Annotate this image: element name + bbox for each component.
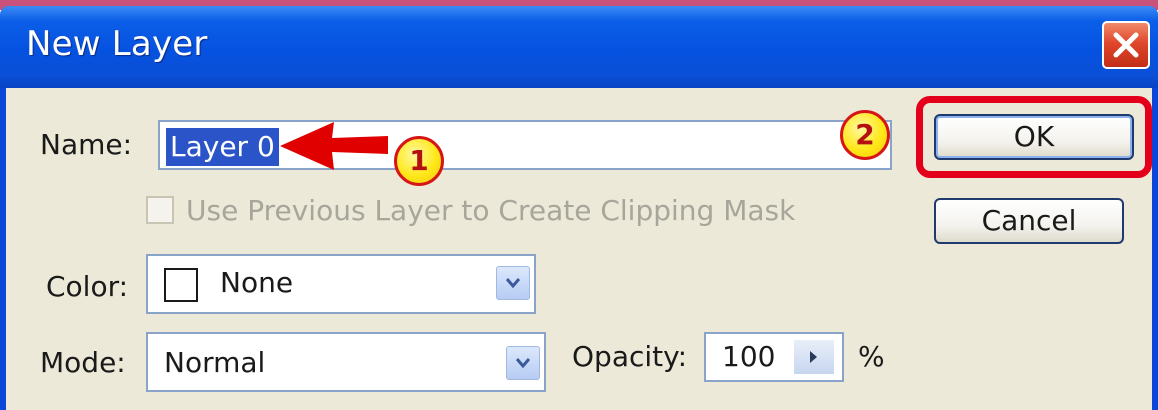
close-button[interactable] (1102, 21, 1150, 69)
mode-label: Mode: (40, 346, 126, 379)
opacity-input[interactable]: 100 (704, 332, 844, 382)
close-x-icon (1113, 32, 1139, 58)
name-input[interactable]: Layer 0 (158, 120, 892, 170)
opacity-slider-button[interactable] (794, 340, 834, 374)
color-select-value: None (220, 266, 294, 299)
mode-select-value: Normal (164, 346, 266, 379)
color-select[interactable]: None (146, 254, 536, 314)
opacity-label: Opacity: (572, 340, 688, 373)
dialog-title: New Layer (26, 24, 208, 64)
step-2-marker: 2 (840, 110, 890, 160)
red-arrow-left-icon (280, 122, 388, 170)
chevron-down-icon (505, 278, 521, 289)
color-dropdown-button[interactable] (496, 266, 530, 300)
color-swatch (164, 268, 198, 302)
clipping-mask-checkbox[interactable] (146, 196, 174, 224)
ok-button[interactable]: OK (934, 114, 1134, 160)
chevron-right-icon (810, 351, 817, 363)
opacity-unit: % (858, 340, 885, 373)
name-input-value: Layer 0 (166, 128, 279, 166)
title-bar[interactable]: New Layer (0, 6, 1158, 88)
clipping-mask-label: Use Previous Layer to Create Clipping Ma… (186, 194, 796, 227)
name-label: Name: (40, 128, 133, 161)
color-label: Color: (46, 270, 129, 303)
mode-dropdown-button[interactable] (506, 346, 540, 380)
dialog-body: Name: Layer 0 1 Use Previous Layer to Cr… (6, 88, 1152, 410)
new-layer-dialog: New Layer Name: Layer 0 1 Use Previous L… (0, 6, 1158, 410)
opacity-value: 100 (722, 340, 776, 373)
cancel-button[interactable]: Cancel (934, 198, 1124, 244)
mode-select[interactable]: Normal (146, 332, 546, 392)
chevron-down-icon (515, 358, 531, 369)
step-1-marker: 1 (394, 136, 444, 186)
